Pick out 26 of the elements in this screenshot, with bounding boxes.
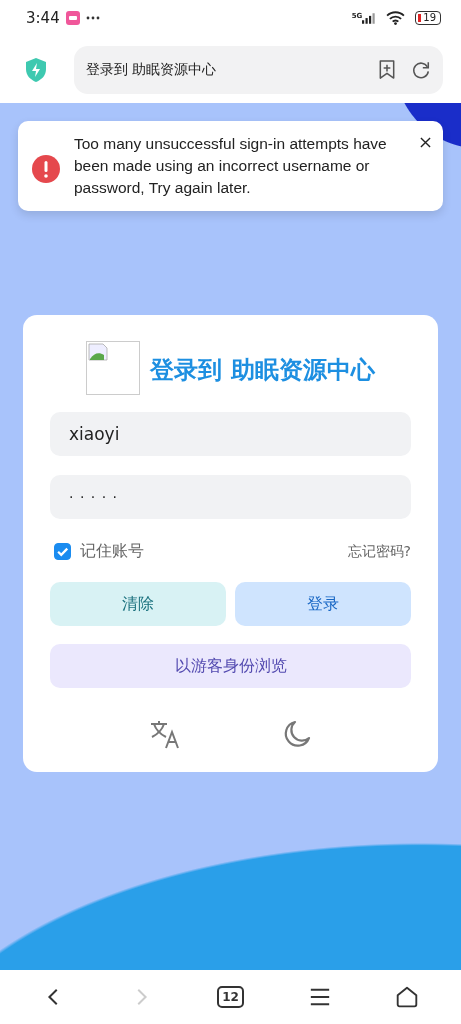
close-icon[interactable] bbox=[420, 137, 431, 148]
alert-message: Too many unsuccessful sign-in attempts have been made using an incorrect username or password, Try again later. bbox=[74, 134, 388, 198]
status-time: 3:44 bbox=[26, 9, 60, 27]
guest-button[interactable]: 以游客身份浏览 bbox=[50, 644, 411, 688]
address-bar[interactable]: 登录到 助眠资源中心 bbox=[74, 45, 443, 94]
forgot-password-link[interactable]: 忘记密码? bbox=[347, 542, 411, 561]
remember-checkbox[interactable] bbox=[54, 543, 71, 560]
remember-label: 记住账号 bbox=[80, 541, 144, 562]
menu-icon[interactable] bbox=[309, 986, 332, 1008]
error-icon bbox=[32, 155, 60, 183]
reload-icon[interactable] bbox=[411, 59, 431, 80]
more-icon bbox=[85, 16, 100, 20]
password-field[interactable]: · · · · · bbox=[50, 475, 411, 519]
tab-count-button[interactable]: 12 bbox=[217, 986, 244, 1008]
signal-icon bbox=[362, 12, 377, 24]
wifi-icon bbox=[386, 11, 406, 25]
username-field[interactable]: xiaoyi bbox=[50, 412, 411, 456]
login-title: 登录到 助眠资源中心 bbox=[150, 355, 375, 386]
translate-icon[interactable] bbox=[148, 718, 181, 750]
app-notification-icon bbox=[65, 11, 80, 25]
clear-button[interactable]: 清除 bbox=[50, 582, 226, 626]
login-button[interactable]: 登录 bbox=[235, 582, 411, 626]
bookmark-add-icon[interactable] bbox=[377, 59, 397, 80]
battery-indicator: 19 bbox=[415, 11, 441, 25]
broken-image-icon bbox=[86, 341, 141, 395]
home-icon[interactable] bbox=[396, 986, 419, 1008]
